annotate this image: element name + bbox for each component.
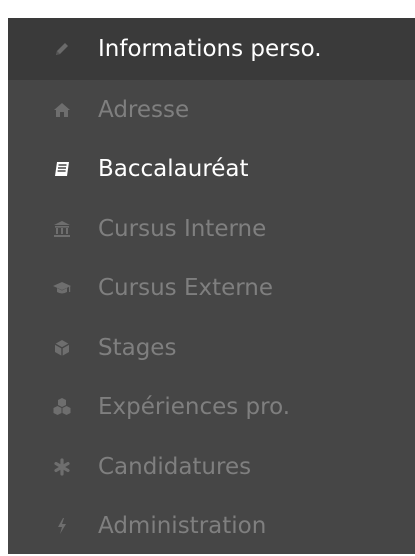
cubes-icon xyxy=(46,396,78,418)
bolt-icon xyxy=(46,515,78,537)
menu-item-candidatures[interactable]: Candidatures xyxy=(8,437,415,497)
menu-item-label: Candidatures xyxy=(98,454,251,480)
home-icon xyxy=(46,99,78,121)
menu-item-cursus-externe[interactable]: Cursus Externe xyxy=(8,259,415,319)
bank-icon xyxy=(46,218,78,240)
menu-item-informations-perso[interactable]: Informations perso. xyxy=(8,18,415,80)
menu-item-experiences-pro[interactable]: Expériences pro. xyxy=(8,378,415,438)
menu-item-label: Administration xyxy=(98,513,266,539)
menu-item-label: Expériences pro. xyxy=(98,394,290,420)
menu-item-label: Stages xyxy=(98,335,176,361)
pencil-icon xyxy=(46,38,78,60)
cube-icon xyxy=(46,337,78,359)
menu-item-administration[interactable]: Administration xyxy=(8,497,415,556)
sidebar-menu: Informations perso. Adresse Baccalauréat xyxy=(8,18,415,554)
menu-item-label: Cursus Interne xyxy=(98,216,266,242)
menu-item-adresse[interactable]: Adresse xyxy=(8,80,415,140)
graduation-cap-icon xyxy=(46,277,78,299)
menu-item-label: Cursus Externe xyxy=(98,275,273,301)
menu-item-baccalaureat[interactable]: Baccalauréat xyxy=(8,140,415,200)
menu-item-label: Adresse xyxy=(98,97,189,123)
menu-item-cursus-interne[interactable]: Cursus Interne xyxy=(8,199,415,259)
menu-item-label: Informations perso. xyxy=(98,36,322,62)
book-icon xyxy=(46,158,78,180)
menu-item-stages[interactable]: Stages xyxy=(8,318,415,378)
asterisk-icon xyxy=(46,456,78,478)
menu-item-label: Baccalauréat xyxy=(98,156,249,182)
